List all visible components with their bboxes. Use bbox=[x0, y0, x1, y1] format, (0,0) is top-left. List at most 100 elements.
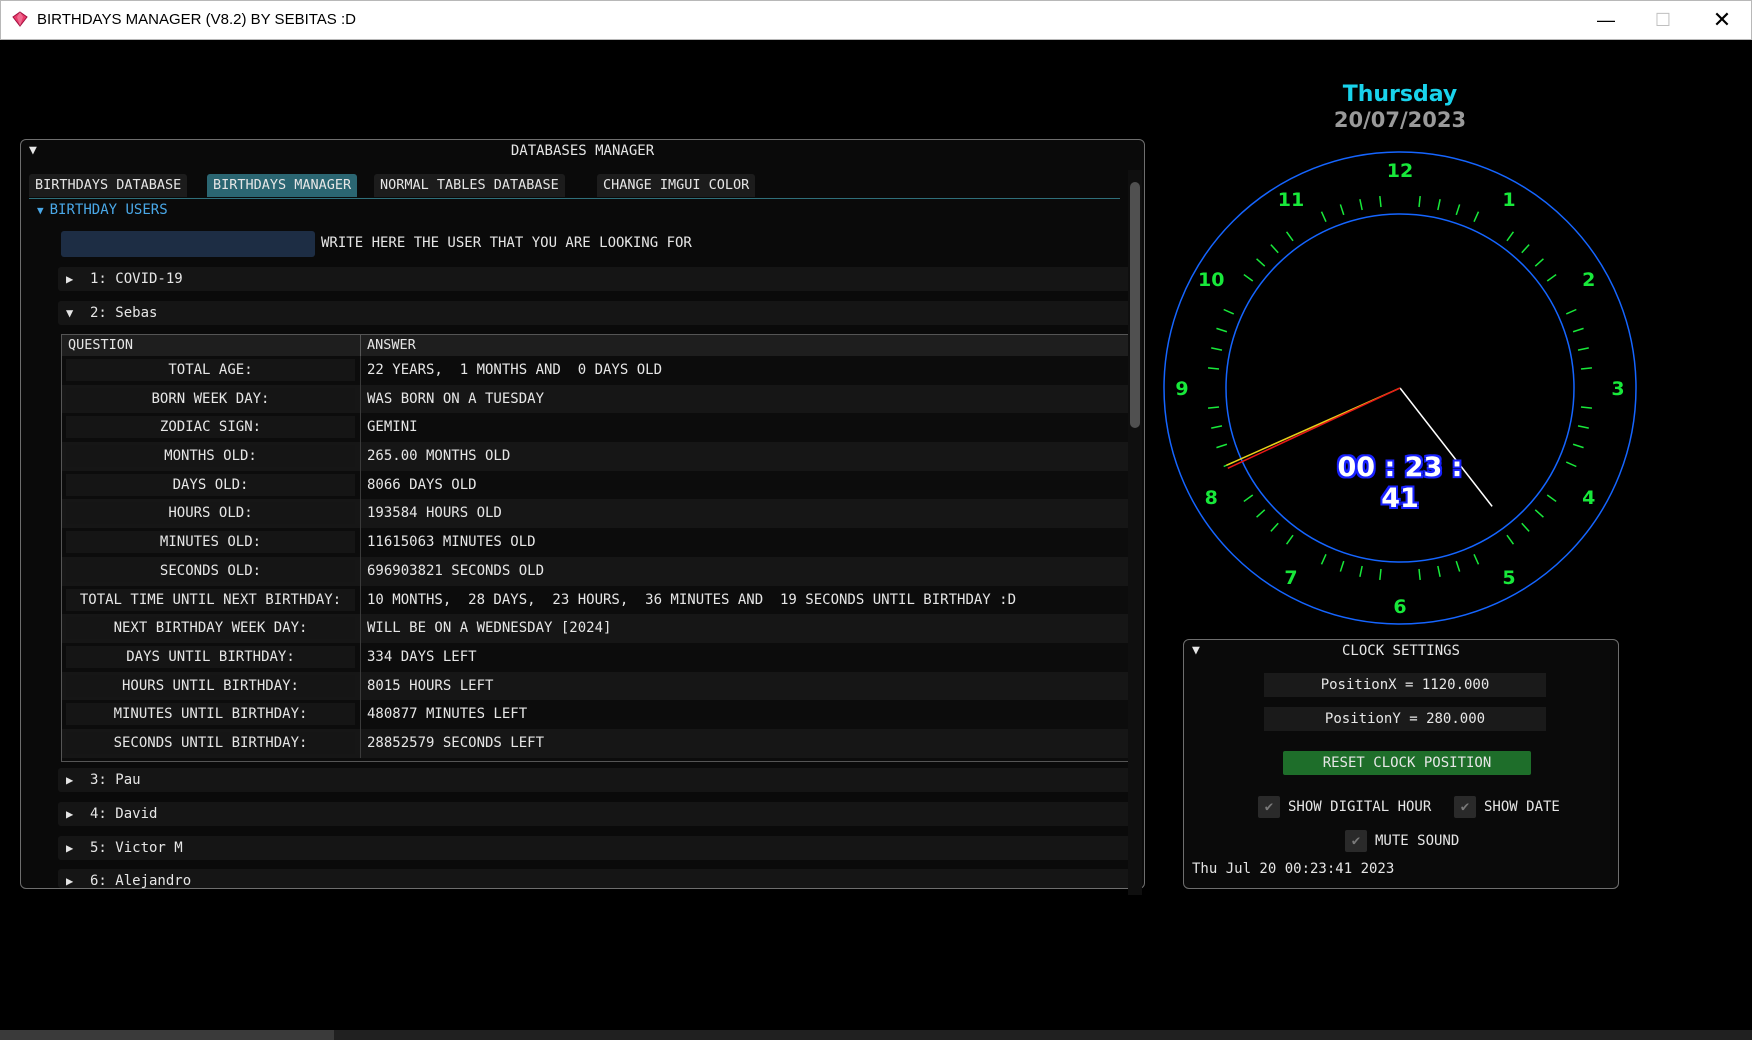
collapse-triangle-icon[interactable]: ▼ bbox=[29, 140, 37, 162]
question-cell: SECONDS UNTIL BIRTHDAY: bbox=[66, 731, 355, 754]
taskbar bbox=[0, 1030, 1752, 1040]
clock-number: 2 bbox=[1582, 269, 1595, 291]
collapsed-arrow-icon: ▶ bbox=[66, 807, 74, 821]
checkbox-label: SHOW DIGITAL HOUR bbox=[1288, 799, 1432, 815]
databases-manager-window: ▼ DATABASES MANAGER BIRTHDAYS DATABASE B… bbox=[20, 139, 1145, 895]
table-row: MINUTES UNTIL BIRTHDAY: 480877 MINUTES LE… bbox=[62, 700, 1137, 729]
collapsed-arrow-icon: ▶ bbox=[66, 773, 74, 787]
show-date-checkbox[interactable]: ✔ SHOW DATE bbox=[1454, 796, 1560, 818]
minimize-button[interactable]: — bbox=[1577, 1, 1635, 39]
clock-number: 6 bbox=[1393, 596, 1406, 618]
answer-cell: 265.00 MONTHS OLD bbox=[367, 448, 511, 465]
clock-tick bbox=[1243, 494, 1254, 503]
tree-node-user[interactable]: ▶ 6: Alejandro bbox=[58, 869, 1141, 888]
clock-tick bbox=[1339, 560, 1345, 572]
clock-tick bbox=[1577, 425, 1589, 429]
clock-tick bbox=[1418, 195, 1421, 208]
tree-node-user[interactable]: ▶ 1: COVID-19 bbox=[58, 267, 1141, 291]
clock-tick bbox=[1546, 273, 1557, 282]
clock-tick bbox=[1534, 258, 1544, 267]
tab-birthdays-manager[interactable]: BIRTHDAYS MANAGER bbox=[207, 174, 358, 197]
tree-node-user[interactable]: ▶ 5: Victor M bbox=[58, 836, 1141, 860]
tab-normal-tables-database[interactable]: NORMAL TABLES DATABASE bbox=[374, 174, 565, 197]
scrollbar-thumb[interactable] bbox=[1130, 182, 1140, 428]
answer-cell: 480877 MINUTES LEFT bbox=[367, 706, 528, 723]
tab-change-imgui-color[interactable]: CHANGE IMGUI COLOR bbox=[597, 174, 756, 197]
clock-tick bbox=[1359, 199, 1363, 211]
clock-day: Thursday bbox=[1342, 82, 1458, 107]
checkmark-icon: ✔ bbox=[1454, 796, 1476, 818]
column-header-question: QUESTION bbox=[68, 337, 134, 353]
question-cell: SECONDS OLD: bbox=[66, 559, 355, 582]
checkbox-label: SHOW DATE bbox=[1484, 799, 1560, 815]
user-label: 3: Pau bbox=[90, 772, 141, 788]
collapse-triangle-icon[interactable]: ▼ bbox=[1192, 640, 1200, 662]
user-details-table: QUESTION ANSWER TOTAL AGE: 22 YEARS, 1 MO… bbox=[61, 334, 1138, 762]
tab-bar: BIRTHDAYS DATABASE BIRTHDAYS MANAGER NOR… bbox=[29, 174, 1120, 199]
table-row: HOURS UNTIL BIRTHDAY: 8015 HOURS LEFT bbox=[62, 671, 1137, 701]
checkbox-label: MUTE SOUND bbox=[1375, 833, 1460, 849]
clock-number: 8 bbox=[1205, 487, 1218, 509]
clock-tick bbox=[1473, 553, 1480, 565]
clock-tick bbox=[1473, 211, 1480, 223]
answer-cell: 8015 HOURS LEFT bbox=[367, 677, 494, 694]
window-title-text: DATABASES MANAGER bbox=[510, 143, 655, 159]
table-row: BORN WEEK DAY: WAS BORN ON A TUESDAY bbox=[62, 384, 1137, 414]
clock-tick bbox=[1256, 258, 1266, 267]
answer-cell: 334 DAYS LEFT bbox=[367, 648, 477, 665]
expand-triangle-icon: ▼ bbox=[37, 204, 44, 217]
clock-tick bbox=[1577, 347, 1589, 351]
current-datetime-text: Thu Jul 20 00:23:41 2023 bbox=[1192, 861, 1395, 877]
clock-tick bbox=[1379, 568, 1382, 581]
answer-cell: 10 MONTHS, 28 DAYS, 23 HOURS, 36 MINUTES… bbox=[367, 591, 1017, 608]
table-row: SECONDS OLD: 696903821 SECONDS OLD bbox=[62, 556, 1137, 586]
position-x-field[interactable]: PositionX = 1120.000 bbox=[1264, 673, 1546, 697]
clock-tick bbox=[1211, 347, 1223, 351]
vertical-scrollbar[interactable] bbox=[1128, 170, 1142, 895]
question-cell: MINUTES UNTIL BIRTHDAY: bbox=[66, 703, 355, 726]
close-button[interactable]: ✕ bbox=[1693, 1, 1751, 39]
question-cell: HOURS UNTIL BIRTHDAY: bbox=[66, 674, 355, 697]
clock-tick bbox=[1572, 327, 1584, 333]
clock-tick bbox=[1437, 565, 1441, 577]
databases-manager-titlebar[interactable]: ▼ DATABASES MANAGER bbox=[21, 140, 1144, 162]
table-row: NEXT BIRTHDAY WEEK DAY: WILL BE ON A WEDN… bbox=[62, 614, 1137, 643]
tree-header-birthday-users[interactable]: ▼ BIRTHDAY USERS bbox=[37, 202, 168, 218]
window-titlebar: BIRTHDAYS MANAGER (V8.2) BY SEBITAS :D —… bbox=[0, 0, 1752, 40]
answer-cell: WAS BORN ON A TUESDAY bbox=[367, 390, 545, 407]
tab-birthdays-database[interactable]: BIRTHDAYS DATABASE bbox=[29, 174, 188, 197]
tree-node-user[interactable]: ▼ 2: Sebas bbox=[58, 301, 1141, 325]
table-body: TOTAL AGE: 22 YEARS, 1 MONTHS AND 0 DAYS … bbox=[62, 356, 1137, 758]
clock-tick bbox=[1580, 406, 1593, 409]
user-label: 4: David bbox=[90, 806, 158, 822]
user-search-input[interactable] bbox=[61, 231, 315, 257]
clock-number: 5 bbox=[1502, 567, 1515, 589]
tree-node-user[interactable]: ▶ 4: David bbox=[58, 802, 1141, 826]
reset-clock-position-button[interactable]: RESET CLOCK POSITION bbox=[1283, 751, 1531, 775]
clock-number: 1 bbox=[1502, 189, 1515, 211]
clock-number: 9 bbox=[1175, 378, 1188, 400]
answer-cell: 22 YEARS, 1 MONTHS AND 0 DAYS OLD bbox=[367, 362, 663, 378]
table-row: DAYS UNTIL BIRTHDAY: 334 DAYS LEFT bbox=[62, 642, 1137, 672]
answer-cell: 28852579 SECONDS LEFT bbox=[367, 734, 545, 751]
user-label: 5: Victor M bbox=[90, 840, 183, 856]
clock-number: 11 bbox=[1278, 189, 1304, 211]
position-y-field[interactable]: PositionY = 280.000 bbox=[1264, 707, 1546, 731]
maximize-button[interactable]: ☐ bbox=[1634, 1, 1692, 39]
checkmark-icon: ✔ bbox=[1345, 830, 1367, 852]
analog-clock: 121234567891011 bbox=[1163, 151, 1637, 625]
clock-tick bbox=[1339, 204, 1345, 216]
clock-settings-titlebar[interactable]: ▼ CLOCK SETTINGS bbox=[1184, 640, 1618, 662]
show-digital-hour-checkbox[interactable]: ✔ SHOW DIGITAL HOUR bbox=[1258, 796, 1431, 818]
clock-tick bbox=[1565, 461, 1577, 468]
mute-sound-checkbox[interactable]: ✔ MUTE SOUND bbox=[1345, 830, 1459, 852]
clock-number: 4 bbox=[1582, 487, 1595, 509]
clock-tick bbox=[1379, 195, 1382, 208]
clock-tick bbox=[1216, 443, 1228, 449]
table-row: DAYS OLD: 8066 DAYS OLD bbox=[62, 470, 1137, 500]
tree-node-user[interactable]: ▶ 3: Pau bbox=[58, 768, 1141, 792]
clock-tick bbox=[1359, 565, 1363, 577]
clock-tick bbox=[1534, 509, 1544, 518]
clock-tick bbox=[1455, 560, 1461, 572]
table-row: TOTAL AGE: 22 YEARS, 1 MONTHS AND 0 DAYS … bbox=[62, 356, 1137, 385]
